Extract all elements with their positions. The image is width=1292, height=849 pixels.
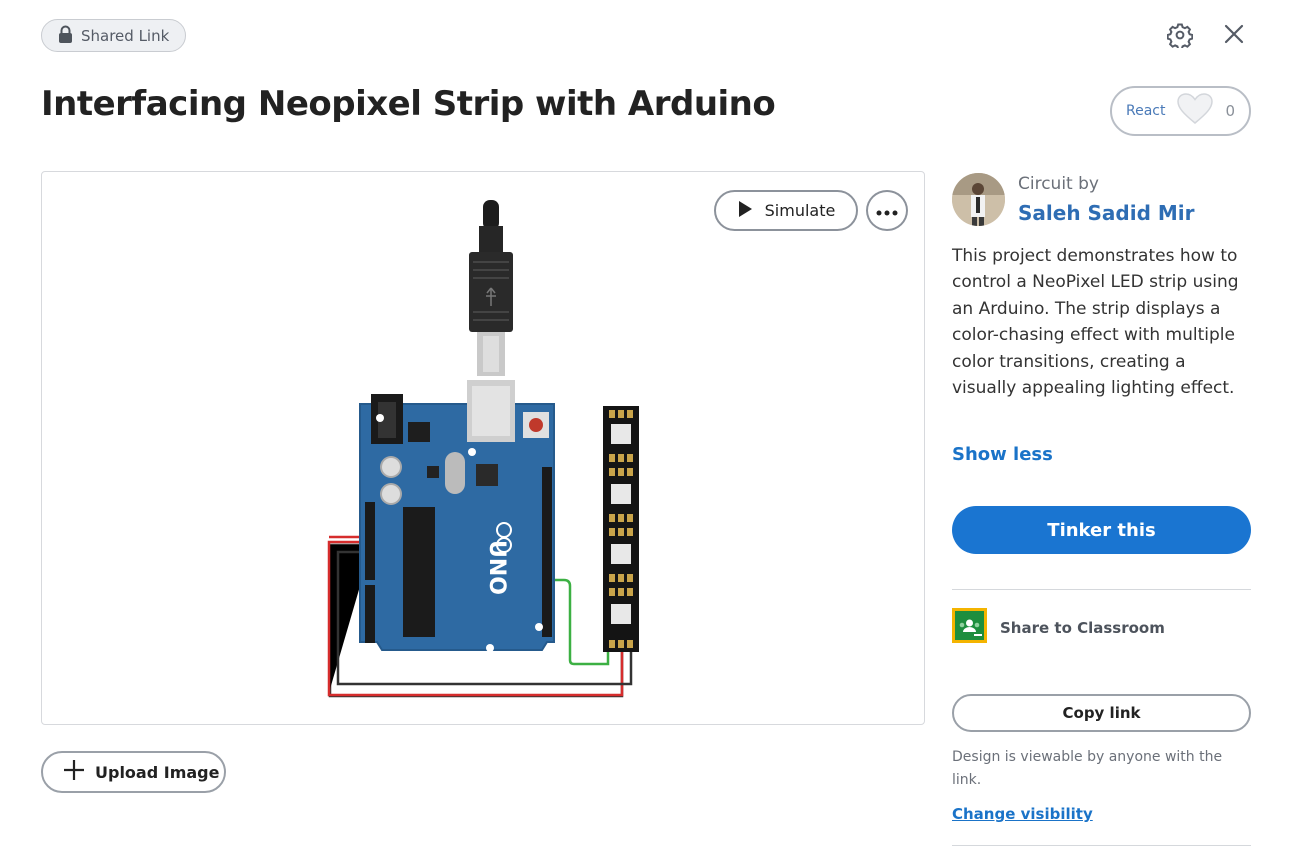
shared-link-badge: Shared Link <box>41 19 186 52</box>
google-classroom-icon <box>952 608 987 647</box>
visibility-note: Design is viewable by anyone with the li… <box>952 749 1223 788</box>
share-to-classroom-label: Share to Classroom <box>1000 618 1165 637</box>
close-icon[interactable] <box>1222 22 1246 46</box>
react-count: 0 <box>1225 102 1235 120</box>
copy-link-button[interactable]: Copy link <box>952 694 1251 732</box>
simulate-label: Simulate <box>764 201 836 220</box>
more-options-button[interactable] <box>866 190 908 231</box>
author-avatar[interactable] <box>952 173 1005 226</box>
gear-icon[interactable] <box>1166 22 1194 51</box>
upload-image-label: Upload Image <box>95 762 220 782</box>
divider <box>952 589 1251 590</box>
upload-image-button[interactable]: Upload Image <box>41 751 226 793</box>
circuit-preview[interactable]: UNO Simulate <box>41 171 925 725</box>
page-title: Interfacing Neopixel Strip with Arduino <box>41 84 776 124</box>
divider <box>952 845 1251 846</box>
react-button[interactable]: React 0 <box>1110 86 1251 136</box>
react-label: React <box>1126 103 1166 119</box>
play-icon <box>737 200 753 222</box>
svg-text:UNO: UNO <box>484 540 509 595</box>
change-visibility-link[interactable]: Change visibility <box>952 805 1093 823</box>
heart-icon <box>1176 92 1214 130</box>
shared-link-label: Shared Link <box>81 26 170 45</box>
show-less-link[interactable]: Show less <box>952 444 1053 465</box>
more-icon <box>876 201 898 220</box>
author-prefix: Circuit by <box>1018 174 1099 194</box>
simulate-button[interactable]: Simulate <box>714 190 858 231</box>
lock-icon <box>58 25 73 47</box>
share-to-classroom-button[interactable]: Share to Classroom <box>952 608 1165 647</box>
author-name-link[interactable]: Saleh Sadid Mir <box>1018 201 1195 225</box>
tinker-this-button[interactable]: Tinker this <box>952 506 1251 554</box>
project-description: This project demonstrates how to control… <box>952 246 1239 399</box>
plus-icon <box>63 759 85 785</box>
circuit-diagram: UNO <box>327 200 639 698</box>
